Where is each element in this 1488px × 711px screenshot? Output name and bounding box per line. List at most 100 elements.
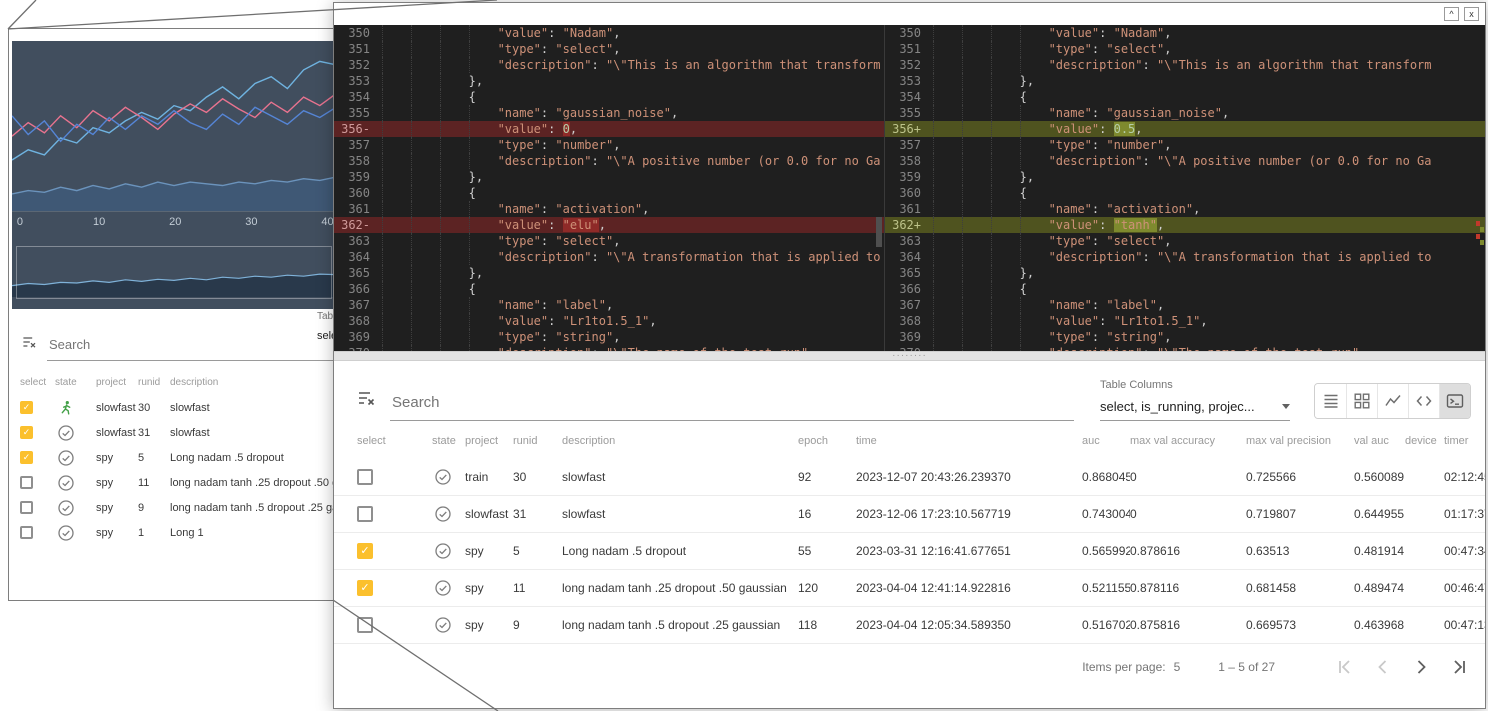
items-per-page-select[interactable]: 5 [1174, 660, 1181, 674]
terminal-view-icon[interactable] [1439, 384, 1470, 418]
brush-selection[interactable] [16, 246, 332, 299]
code-view-icon[interactable] [1408, 384, 1439, 418]
column-header: runid [138, 376, 161, 388]
row-checkbox[interactable] [357, 617, 373, 633]
splitter-handle[interactable]: ········ [334, 351, 1485, 361]
row-checkbox[interactable] [357, 506, 373, 522]
row-checkbox[interactable] [357, 469, 373, 485]
table-row[interactable]: spy 9 long nadam tanh .5 dropout .25 gauss… [334, 607, 1485, 644]
cell-epoch: 92 [798, 470, 812, 484]
state-done-icon [57, 449, 75, 467]
line-number: 364 [899, 250, 921, 264]
row-checkbox[interactable]: ✓ [357, 580, 373, 596]
close-button[interactable]: x [1464, 7, 1479, 21]
cell-timer: 00:47:34 [1444, 544, 1485, 558]
cell-runid: 9 [513, 618, 520, 632]
list-view-icon[interactable] [1315, 384, 1346, 418]
table-row[interactable]: ✓ spy 5 Long nadam .5 dropout 55 2023-03-31 1… [334, 533, 1485, 570]
cell-max_val_precision: 0.63513 [1246, 544, 1290, 558]
diff-line: 357 "type": "number", [334, 137, 884, 153]
line-number: 351 [899, 42, 921, 56]
row-checkbox[interactable]: ✓ [20, 426, 33, 439]
table-row[interactable]: spy 9 long nadam tanh .5 dropout .25 gauss… [9, 495, 339, 520]
cell-project: slowfast [96, 426, 136, 439]
table-row[interactable]: spy 11 long nadam tanh .25 dropout .50 gau… [9, 470, 339, 495]
line-number: 359 [348, 170, 370, 184]
series-pink-line [12, 93, 336, 137]
last-page-button[interactable] [1449, 657, 1469, 677]
diff-editor[interactable]: 350 "value": "Nadam", 351 "type": "select… [334, 25, 1485, 351]
line-number: 355 [348, 106, 370, 120]
cell-description: long nadam tanh .5 dropout .25 gaussian [562, 618, 781, 632]
row-checkbox[interactable]: ✓ [20, 401, 33, 414]
diff-line: 361 "name": "activation", [885, 201, 1485, 217]
chart-view-icon[interactable] [1377, 384, 1408, 418]
cell-timer: 01:17:37 [1444, 507, 1485, 521]
table-columns-value: select, is_running, projec... [1100, 399, 1255, 414]
search-input-wrap [390, 394, 1074, 421]
line-number: 354 [899, 90, 921, 104]
diff-line: 357 "type": "number", [885, 137, 1485, 153]
charts-panel: 0 10 20 30 40 [12, 41, 336, 309]
search-input[interactable] [390, 394, 1074, 420]
cell-project: spy [465, 544, 484, 558]
column-header: time [856, 435, 877, 447]
row-checkbox[interactable] [20, 476, 33, 489]
diff-line: 353 }, [334, 73, 884, 89]
line-number: 353 [348, 74, 370, 88]
diff-line: 366 { [885, 281, 1485, 297]
row-checkbox[interactable]: ✓ [20, 451, 33, 464]
column-header: project [96, 376, 127, 388]
table-row[interactable]: ✓ spy 5 Long nadam .5 dropout [9, 445, 339, 470]
x-axis-label: 10 [93, 216, 106, 228]
table-row[interactable]: slowfast 31 slowfast 16 2023-12-06 17:23:10.… [334, 496, 1485, 533]
diff-line: 364 "description": "\"A transformation t… [885, 249, 1485, 265]
table-row[interactable]: train 30 slowfast 92 2023-12-07 20:43:26.239… [334, 459, 1485, 496]
diff-line: 355 "name": "gaussian_noise", [334, 105, 884, 121]
cell-project: spy [96, 501, 114, 514]
state-done-icon [57, 424, 75, 442]
prev-page-button[interactable] [1373, 657, 1393, 677]
search-input-wrap [47, 336, 339, 361]
metrics-line-chart[interactable] [12, 41, 336, 211]
line-number: 357 [348, 138, 370, 152]
first-page-button[interactable] [1335, 657, 1355, 677]
table-row[interactable]: ✓ slowfast 30 slowfast [9, 395, 339, 420]
x-axis-label: 30 [245, 216, 258, 228]
diff-line: 352 "description": "\"This is an algorit… [885, 57, 1485, 73]
filter-icon[interactable] [356, 388, 376, 413]
cell-val_auc: 0.463968 [1354, 618, 1405, 632]
diff-pane-modified[interactable]: 350 "value": "Nadam", 351 "type": "select… [885, 25, 1485, 351]
diff-line: 351 "type": "select", [334, 41, 884, 57]
column-header: runid [513, 435, 538, 447]
column-header: device [1405, 435, 1437, 447]
dashboard-window: 0 10 20 30 40 Table Columns select, is_runni… [8, 28, 340, 601]
table-row[interactable]: ✓ spy 11 long nadam tanh .25 dropout .50 ga… [334, 570, 1485, 607]
filter-icon[interactable] [21, 334, 37, 355]
cell-max_val_accuracy: 0.878116 [1130, 581, 1180, 595]
x-axis-label: 20 [169, 216, 182, 228]
next-page-button[interactable] [1411, 657, 1431, 677]
collapse-button[interactable]: ^ [1444, 7, 1459, 21]
search-input[interactable] [47, 337, 235, 360]
diff-pane-original[interactable]: 350 "value": "Nadam", 351 "type": "select… [334, 25, 885, 351]
table-header: select state project runid description epoch t… [334, 423, 1485, 459]
line-number: 365 [348, 266, 370, 280]
line-number: 350 [899, 26, 921, 40]
table-toolbar: Table Columns select, is_running, projec… [334, 361, 1485, 421]
line-number: 370 [334, 345, 382, 351]
table-columns-select[interactable]: Table Columns select, is_running, projec… [1100, 379, 1290, 421]
table-row[interactable]: ✓ slowfast 31 slowfast [9, 420, 339, 445]
line-number: 364 [348, 250, 370, 264]
diff-line: 354 { [885, 89, 1485, 105]
diff-line: 358 "description": "\"A positive number … [334, 153, 884, 169]
row-checkbox[interactable]: ✓ [357, 543, 373, 559]
row-checkbox[interactable] [20, 526, 33, 539]
line-number: 355 [899, 106, 921, 120]
scrollbar-thumb[interactable] [876, 217, 882, 247]
row-checkbox[interactable] [20, 501, 33, 514]
grid-view-icon[interactable] [1346, 384, 1377, 418]
cell-max_val_accuracy: 0 [1130, 507, 1137, 521]
cell-runid: 1 [138, 526, 145, 539]
table-row[interactable]: spy 1 Long 1 [9, 520, 339, 545]
